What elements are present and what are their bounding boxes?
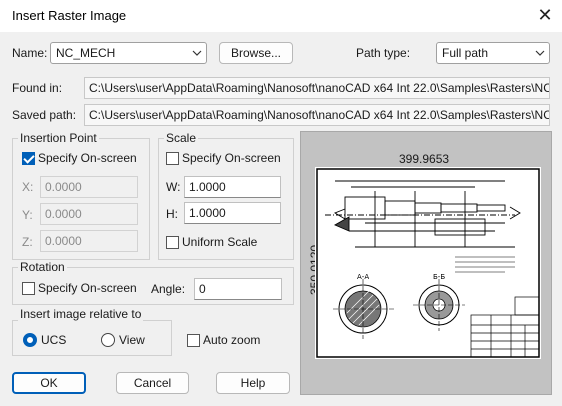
h-label: H: xyxy=(166,207,178,221)
insertion-specify-checkbox[interactable] xyxy=(22,152,35,165)
image-preview: 399.9653 350.0120 xyxy=(300,131,552,395)
ucs-label: UCS xyxy=(41,333,67,347)
browse-button[interactable]: Browse... xyxy=(219,42,293,64)
h-input[interactable]: 1.0000 xyxy=(184,202,281,224)
saved-path-label: Saved path: xyxy=(12,108,77,122)
insertion-point-title: Insertion Point xyxy=(18,131,99,145)
w-input[interactable]: 1.0000 xyxy=(184,176,281,198)
cancel-button[interactable]: Cancel xyxy=(116,372,189,394)
view-radio[interactable] xyxy=(101,333,115,347)
rotation-specify-checkbox[interactable] xyxy=(22,282,35,295)
chevron-down-icon xyxy=(535,50,545,56)
z-label: Z: xyxy=(22,235,33,249)
name-dropdown[interactable]: NC_MECH xyxy=(50,42,207,64)
path-type-value: Full path xyxy=(442,46,489,60)
z-input[interactable]: 0.0000 xyxy=(40,230,138,252)
ok-button[interactable]: OK xyxy=(12,372,86,394)
insertion-specify-label: Specify On-screen xyxy=(38,151,137,165)
chevron-down-icon xyxy=(192,50,202,56)
auto-zoom-checkbox[interactable] xyxy=(187,334,200,347)
rotation-specify-label: Specify On-screen xyxy=(38,281,137,295)
y-input[interactable]: 0.0000 xyxy=(40,203,138,225)
drawing-thumbnail: А-А Б-Б xyxy=(315,167,541,359)
preview-width-label: 399.9653 xyxy=(399,152,450,166)
path-type-dropdown[interactable]: Full path xyxy=(436,42,550,64)
uniform-scale-label: Uniform Scale xyxy=(182,235,258,249)
x-label: X: xyxy=(22,180,34,194)
view-label: View xyxy=(119,333,145,347)
auto-zoom-label: Auto zoom xyxy=(203,333,261,347)
scale-specify-label: Specify On-screen xyxy=(182,151,281,165)
angle-label: Angle: xyxy=(151,282,186,296)
w-label: W: xyxy=(166,180,181,194)
rotation-title: Rotation xyxy=(18,260,67,274)
found-in-label: Found in: xyxy=(12,81,63,95)
relative-title: Insert image relative to xyxy=(18,307,144,321)
close-icon[interactable]: ✕ xyxy=(534,4,556,26)
window-title: Insert Raster Image xyxy=(12,8,127,23)
path-type-label: Path type: xyxy=(356,46,411,60)
scale-specify-checkbox[interactable] xyxy=(166,152,179,165)
scale-title: Scale xyxy=(164,131,199,145)
ucs-radio[interactable] xyxy=(23,333,37,347)
uniform-scale-checkbox[interactable] xyxy=(166,236,179,249)
help-button[interactable]: Help xyxy=(216,372,290,394)
found-in-path: C:\Users\user\AppData\Roaming\Nanosoft\n… xyxy=(84,77,550,99)
y-label: Y: xyxy=(22,208,33,222)
name-label: Name: xyxy=(12,46,48,60)
angle-input[interactable]: 0 xyxy=(194,278,282,300)
saved-path: C:\Users\user\AppData\Roaming\Nanosoft\n… xyxy=(84,104,550,126)
name-value: NC_MECH xyxy=(56,46,116,60)
x-input[interactable]: 0.0000 xyxy=(40,176,138,198)
